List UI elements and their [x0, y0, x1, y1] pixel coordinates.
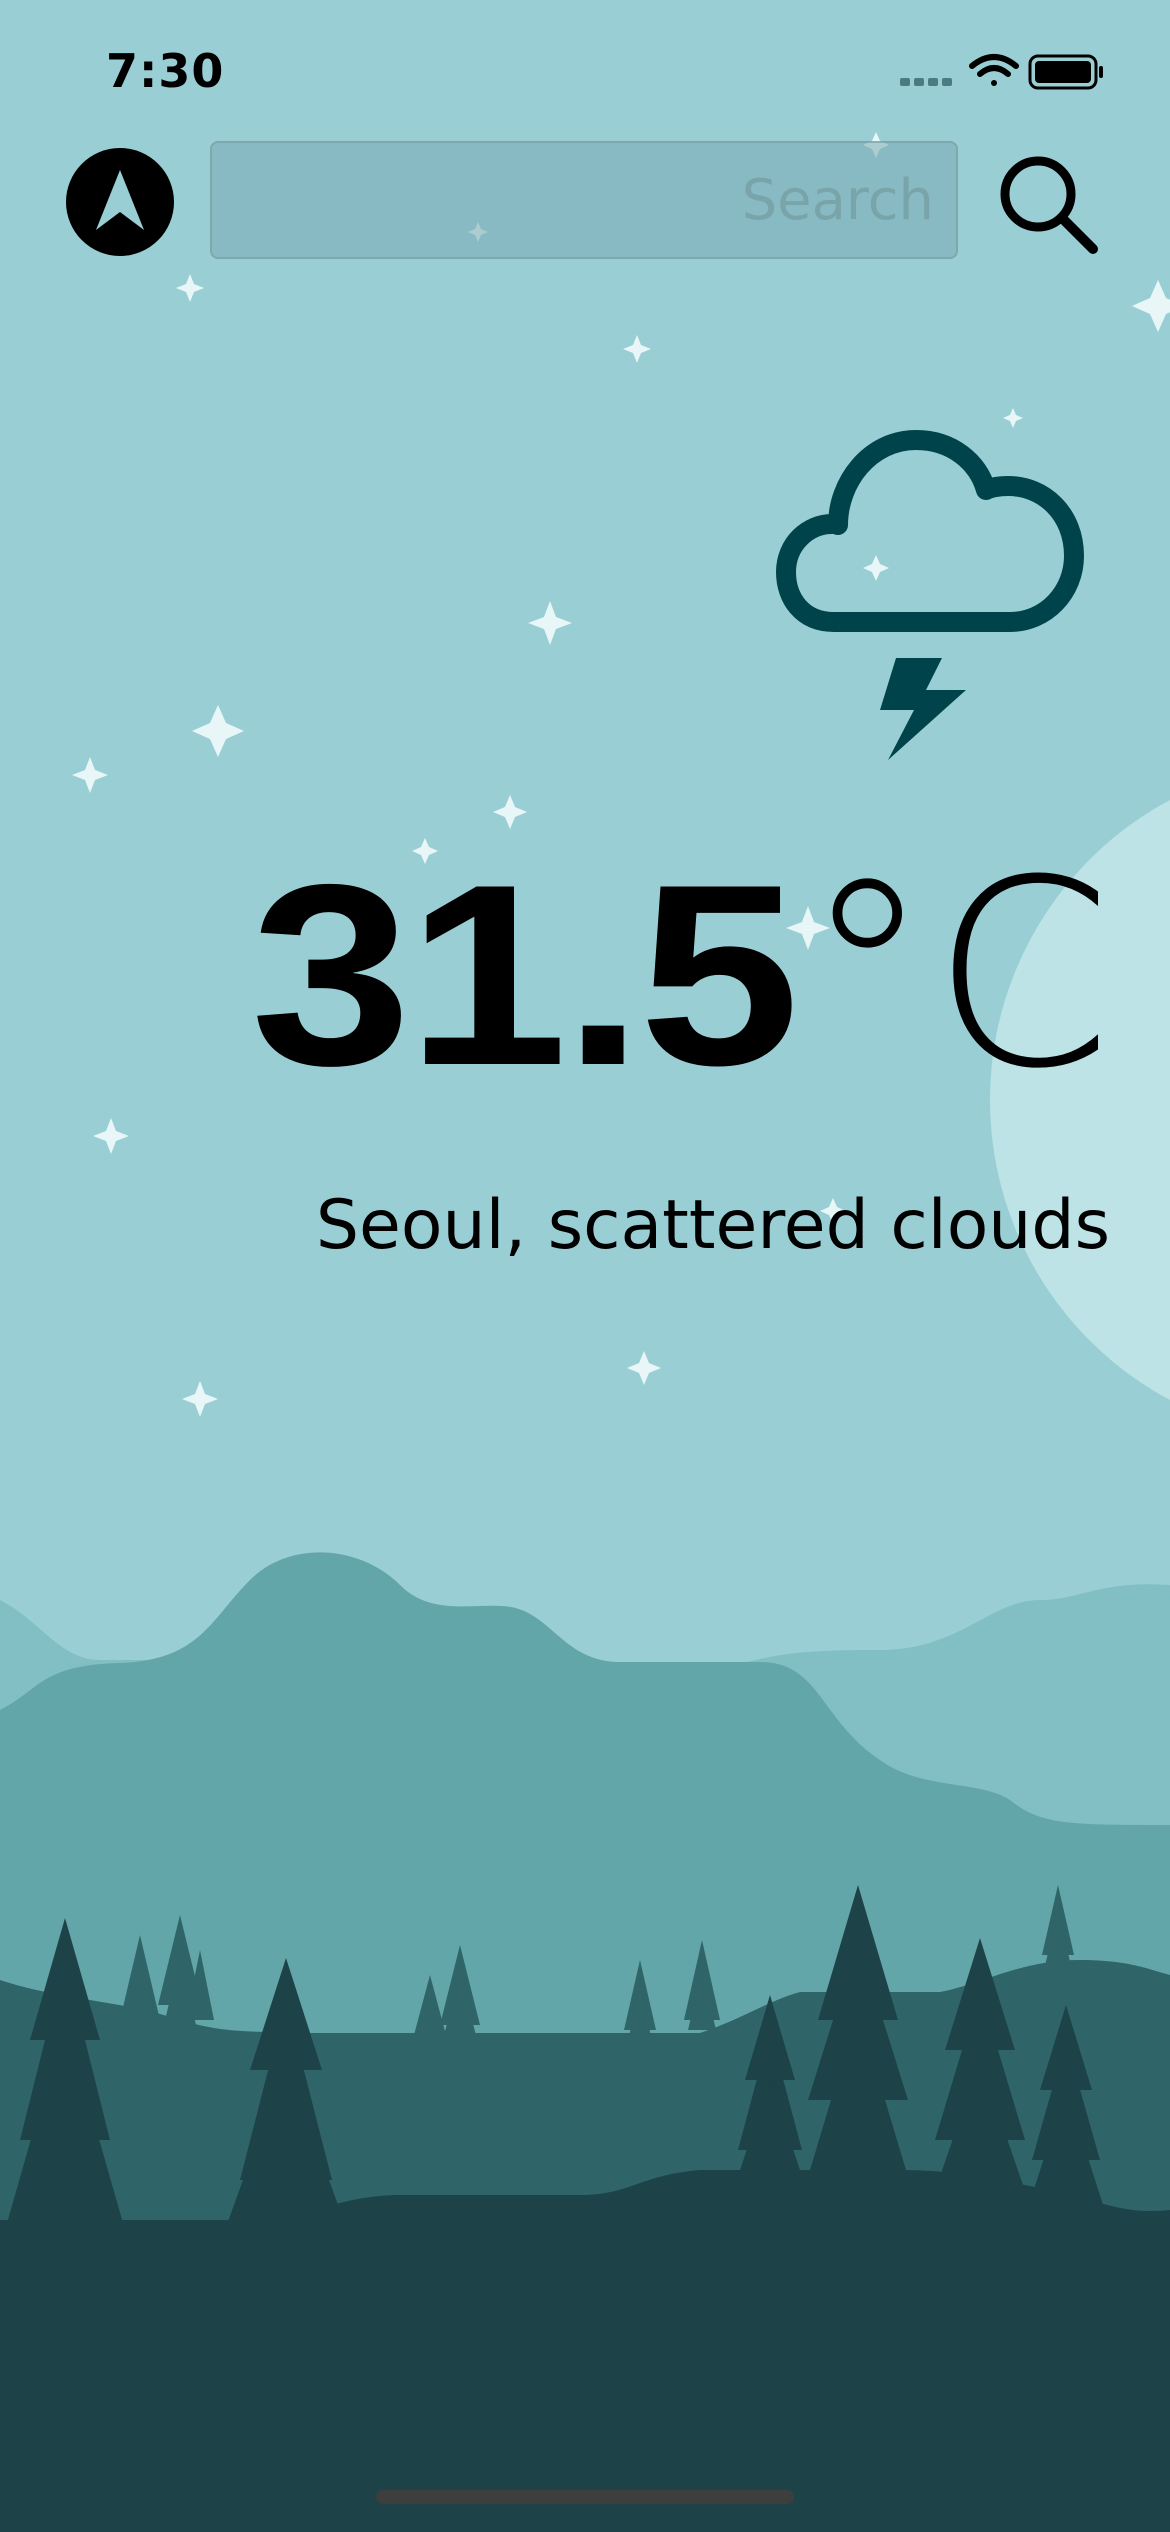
signal-icon [900, 78, 952, 86]
battery-icon [1028, 54, 1103, 90]
home-indicator[interactable] [376, 2490, 794, 2504]
ground [0, 2170, 1170, 2532]
search-field[interactable] [210, 141, 958, 259]
current-location-button[interactable] [66, 148, 174, 256]
weather-screen: 7:30 31.5° [0, 0, 1170, 2532]
temperature-display: 31.5°C [250, 825, 1112, 1125]
navigation-arrow-icon [96, 170, 144, 230]
landscape-background [0, 132, 1170, 2532]
search-input[interactable] [212, 143, 956, 257]
wifi-icon [969, 54, 1019, 86]
temperature-value: 31.5 [250, 830, 799, 1119]
search-icon[interactable] [994, 148, 1106, 260]
status-time: 7:30 [106, 44, 225, 98]
thunderstorm-cloud-icon [776, 430, 1084, 760]
temperature-unit: °C [802, 825, 1112, 1125]
weather-description: Seoul, scattered clouds [315, 1186, 1110, 1265]
status-icons [900, 54, 1103, 90]
